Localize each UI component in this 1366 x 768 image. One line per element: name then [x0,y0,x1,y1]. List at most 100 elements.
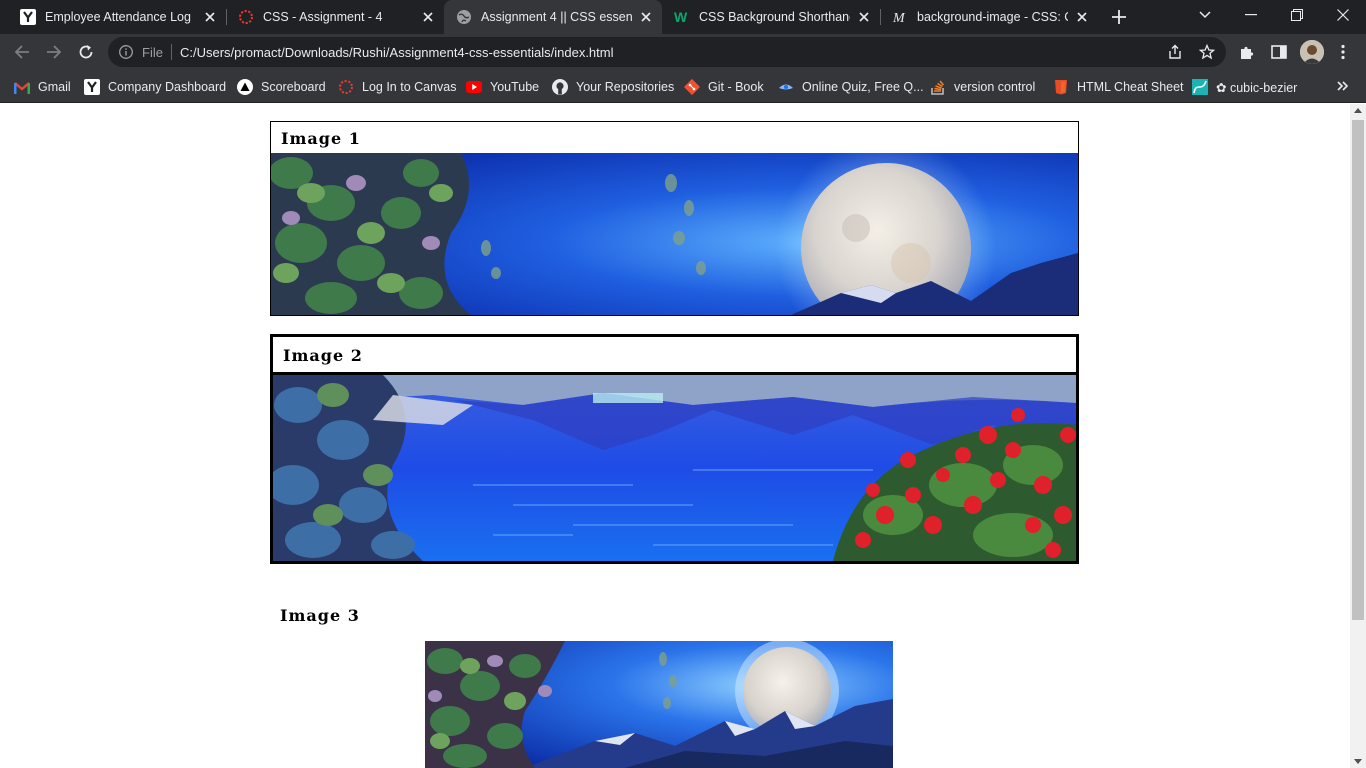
tab-title: background-image - CSS: Ca [917,10,1068,24]
minimize-button[interactable] [1228,0,1274,30]
git-icon [684,79,700,95]
bookmark-label: version control [954,80,1036,94]
url-text[interactable]: C:/Users/promact/Downloads/Rushi/Assignm… [180,45,614,60]
restore-icon [1291,9,1303,21]
extensions-button[interactable] [1234,39,1260,65]
side-panel-button[interactable] [1266,39,1292,65]
scroll-up-arrow-icon[interactable] [1354,108,1362,113]
address-bar[interactable]: File C:/Users/promact/Downloads/Rushi/As… [108,37,1226,67]
tab-title: CSS Background Shorthand [699,10,850,24]
html5-icon [1053,79,1069,95]
bookmark-canvas[interactable]: Log In to Canvas [338,75,457,99]
scoreboard-icon [237,79,253,95]
bookmark-youtube[interactable]: YouTube [466,75,539,99]
lake-flowers-background-image [273,372,1076,561]
bookmark-label: Your Repositories [576,80,675,94]
avatar-icon [1300,40,1324,64]
bookmark-online-quiz[interactable]: Online Quiz, Free Q... [778,75,924,99]
plus-icon [1112,10,1126,24]
bookmarks-overflow-button[interactable] [1332,75,1354,97]
restore-button[interactable] [1274,0,1320,30]
forward-button[interactable] [40,38,68,66]
bookmark-star-button[interactable] [1198,43,1216,61]
info-icon[interactable] [118,44,134,60]
profile-avatar[interactable] [1300,40,1324,64]
bookmark-company-dashboard[interactable]: Company Dashboard [84,75,226,99]
w3schools-icon: W [674,9,690,25]
svg-text:M: M [892,11,906,25]
bookmark-label: Gmail [38,80,71,94]
tab-title: CSS - Assignment - 4 [263,10,383,24]
gmail-icon [14,79,30,95]
tab-assignment-4[interactable]: Assignment 4 || CSS essential [444,0,662,34]
arrow-right-icon [47,45,62,59]
bookmarks-bar: Gmail Company Dashboard Scoreboard Log I… [0,71,1366,103]
chevron-down-icon [1199,11,1211,19]
close-icon[interactable] [638,9,654,25]
stackoverflow-icon [930,79,946,95]
bookmark-github[interactable]: Your Repositories [552,75,674,99]
moon-mountain-background-image [425,641,893,768]
bookmark-cubic-bezier[interactable]: ✿ cubic-bezier [1192,75,1297,99]
back-button[interactable] [8,38,36,66]
tab-title: Assignment 4 || CSS essential [481,10,632,24]
chrome-menu-button[interactable] [1330,39,1356,65]
tab-strip: Employee Attendance Log CSS - Assignment… [0,0,1366,34]
bookmark-html-cheat-sheet[interactable]: HTML Cheat Sheet [1053,75,1184,99]
tab-css-assignment[interactable]: CSS - Assignment - 4 [226,0,444,34]
close-icon[interactable] [856,9,872,25]
share-button[interactable] [1166,43,1184,61]
arrow-left-icon [14,45,29,59]
tab-css-background-shorthand[interactable]: W CSS Background Shorthand [662,0,880,34]
side-panel-icon [1271,45,1287,59]
bookmark-label: Git - Book [708,80,764,94]
image-3-heading: Image 3 [280,606,360,625]
bookmark-label: Scoreboard [261,80,326,94]
cubic-bezier-icon [1192,79,1208,95]
bookmark-label: Log In to Canvas [362,80,457,94]
quiz-icon [778,79,794,95]
browser-toolbar: File C:/Users/promact/Downloads/Rushi/As… [0,34,1366,71]
new-tab-button[interactable] [1108,6,1130,28]
mdn-icon: M [892,9,908,25]
close-icon [1337,9,1349,21]
star-icon [1199,44,1215,60]
page-viewport: Image 1 Image 2 Image 3 [0,104,1350,768]
bookmark-label: ✿ cubic-bezier [1216,80,1298,95]
close-icon[interactable] [420,9,436,25]
image-1-box: Image 1 [270,121,1079,316]
tab-title: Employee Attendance Log [45,10,191,24]
bookmark-label: HTML Cheat Sheet [1077,80,1184,94]
puzzle-icon [1241,46,1254,59]
tab-search-button[interactable] [1182,0,1228,30]
yahoo-y-icon [20,9,36,25]
scroll-down-arrow-icon[interactable] [1354,759,1362,764]
minimize-icon [1245,14,1257,16]
divider [171,44,172,60]
youtube-icon [466,79,482,95]
tab-employee-attendance[interactable]: Employee Attendance Log [8,0,226,34]
yahoo-y-icon [84,79,100,95]
bookmark-label: Company Dashboard [108,80,227,94]
page-scrollbar[interactable] [1350,104,1366,768]
canvas-icon [238,9,254,25]
double-chevron-right-icon [1337,81,1349,91]
image-1-heading: Image 1 [281,129,361,148]
github-icon [552,79,568,95]
bookmark-version-control[interactable]: version control [930,75,1035,99]
canvas-icon [338,79,354,95]
moon-ivy-background-image [271,153,1078,315]
reload-button[interactable] [72,38,100,66]
scrollbar-thumb[interactable] [1352,120,1364,620]
tab-background-image-mdn[interactable]: M background-image - CSS: Ca [880,0,1098,34]
globe-icon [456,9,472,25]
bookmark-scoreboard[interactable]: Scoreboard [237,75,326,99]
bookmark-git-book[interactable]: Git - Book [684,75,764,99]
svg-text:W: W [674,9,688,25]
close-icon[interactable] [202,9,218,25]
bookmark-gmail[interactable]: Gmail [14,75,71,99]
reload-icon [79,45,93,59]
more-vert-icon [1341,44,1345,60]
close-window-button[interactable] [1320,0,1366,30]
close-icon[interactable] [1074,9,1090,25]
